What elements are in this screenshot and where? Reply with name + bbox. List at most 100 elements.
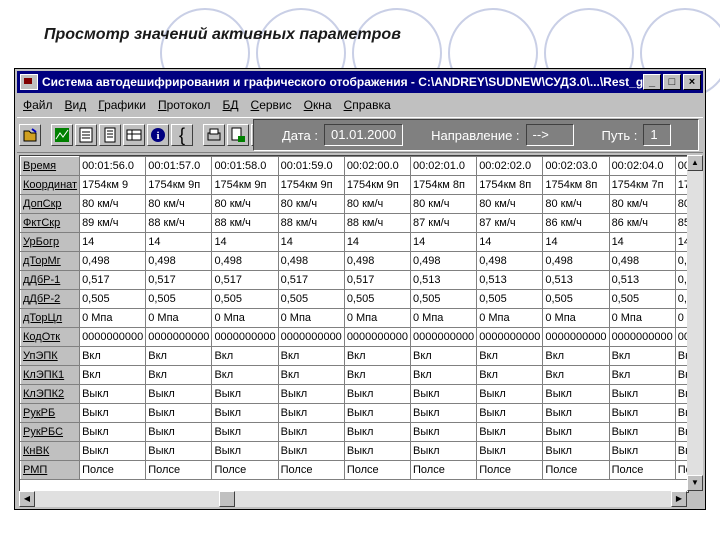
row-header[interactable]: КнВК [20,441,81,461]
table-cell[interactable]: 0000000000 [542,327,610,347]
row-header[interactable]: УпЭПК [20,346,81,366]
row-header[interactable]: дДбР-2 [20,289,81,309]
table-row[interactable]: дДбР-1 0,517 0,517 0,517 0,517 0,517 0,513 0,51… [20,270,688,290]
table-cell[interactable]: 00:01:59.0 [277,156,345,176]
table-cell[interactable]: 14 [211,232,279,252]
table-cell[interactable]: Вкл [476,346,544,366]
table-cell[interactable]: Полсе [79,460,147,480]
table-cell[interactable]: 0,505 [79,289,147,309]
table-cell[interactable]: 1754км 9п [211,175,279,195]
table-cell[interactable]: Выкл [211,441,279,461]
scroll-down-button[interactable]: ▼ [687,475,703,491]
table-cell[interactable]: 0,498 [409,251,478,271]
table-cell[interactable]: Вкл [211,365,279,385]
table-cell[interactable]: 00:02:01.0 [409,156,478,176]
table-cell[interactable]: Выкл [79,422,147,442]
table-cell[interactable]: 0,498 [608,251,676,271]
table-cell[interactable]: 86 км/ч [542,213,610,233]
table-cell[interactable]: 0000000000 [211,327,279,347]
table-row[interactable]: Время 00:01:56.0 00:01:57.0 00:01:58.0 00:01… [20,156,688,176]
row-header[interactable]: ФктСкр [20,213,81,233]
table-cell[interactable]: 0,517 [145,270,213,290]
table-cell[interactable]: 0,505 [409,289,478,309]
table-cell[interactable]: 0000000000 [79,327,147,347]
table-cell[interactable]: 1754км 8п [409,175,478,195]
table-cell[interactable]: 0000000000 [145,327,213,347]
date-value[interactable]: 01.01.2000 [324,124,404,146]
table-cell[interactable]: 00:02:00.0 [343,156,412,176]
table-cell[interactable]: Выкл [542,422,610,442]
table-cell[interactable]: 1754км 9п [343,175,412,195]
table-cell[interactable]: 0,513 [476,270,544,290]
table-cell[interactable]: Выкл [343,422,412,442]
table-cell[interactable]: 0 Мпа [476,308,544,328]
table-cell[interactable]: 0,517 [211,270,279,290]
brace-open-icon[interactable]: { [171,124,193,146]
table-cell[interactable]: Вкл [145,365,213,385]
table-cell[interactable]: 0000000000 [608,327,676,347]
table-cell[interactable]: Выкл [343,441,412,461]
table-cell[interactable]: 0,498 [476,251,544,271]
table-cell[interactable]: Выкл [409,384,478,404]
table-cell[interactable]: Вкл [542,346,610,366]
table-cell[interactable]: Вкл [145,346,213,366]
table-cell[interactable]: Выкл [277,422,345,442]
table-row[interactable]: Координат 1754км 9 1754км 9п 1754км 9п 1754к… [20,175,688,195]
path-value[interactable]: 1 [643,124,672,146]
table-cell[interactable]: 0,513 [542,270,610,290]
table-row[interactable]: УрБогр141414141414141414141414 [20,232,688,252]
table-cell[interactable]: Полсе [542,460,610,480]
table-cell[interactable]: Выкл [145,422,213,442]
chart-icon[interactable] [51,124,73,146]
table-cell[interactable]: 0,498 [145,251,213,271]
table-cell[interactable]: 0 Мпа [409,308,478,328]
table-cell[interactable]: 1754км 8п [476,175,544,195]
table-row[interactable]: КодОтк 0000000000 0000000000 0000000000 0000… [20,327,688,347]
row-header[interactable]: КодОтк [20,327,81,347]
menu-help[interactable]: Справка [338,98,397,112]
table-cell[interactable]: 0 Мпа [211,308,279,328]
table-cell[interactable]: 80 км/ч [542,194,610,214]
table-cell[interactable]: Выкл [277,403,345,423]
direction-value[interactable]: --> [525,124,574,146]
table-cell[interactable]: 0,505 [277,289,345,309]
table-cell[interactable]: 0 Мпа [79,308,147,328]
table-cell[interactable]: Полсе [277,460,345,480]
table-cell[interactable]: Выкл [409,441,478,461]
table-cell[interactable]: 0 Мпа [542,308,610,328]
table-cell[interactable]: Вкл [542,365,610,385]
table-cell[interactable]: Выкл [542,384,610,404]
table-cell[interactable]: 0,505 [608,289,676,309]
table-cell[interactable]: 80 км/ч [409,194,478,214]
table-row[interactable]: дДбР-2 0,505 0,505 0,505 0,505 0,505 0,505 0,50… [20,289,688,309]
title-bar[interactable]: Система автодешифрирования и графическог… [17,71,703,93]
table-cell[interactable]: 0 Мпа [277,308,345,328]
table-cell[interactable]: 0000000000 [343,327,412,347]
menu-db[interactable]: БД [217,98,245,112]
table-cell[interactable]: Выкл [608,441,676,461]
table-cell[interactable]: Выкл [476,384,544,404]
minimize-button[interactable]: _ [643,74,661,90]
table-cell[interactable]: 0,498 [542,251,610,271]
menu-protocol[interactable]: Протокол [152,98,217,112]
table-cell[interactable]: 80 км/ч [145,194,213,214]
table-row[interactable]: РМП Полсе Полсе Полсе Полсе Полсе Полсе Полсе По… [20,460,688,480]
table-cell[interactable]: Полсе [409,460,478,480]
row-header[interactable]: Время [20,156,81,176]
table-row[interactable]: УпЭПКВклВклВклВклВклВклВклВклВклВклВклВк… [20,346,688,366]
table-cell[interactable]: 00:01:56.0 [79,156,147,176]
table-cell[interactable]: 1754км 8п [542,175,610,195]
table-cell[interactable]: 0,513 [409,270,478,290]
row-header[interactable]: дТорМг [20,251,81,271]
table-row[interactable]: КлЭПК2 Выкл Выкл Выкл Выкл Выкл Выкл Выкл Выкл Вы… [20,384,688,404]
table-cell[interactable]: Выкл [79,403,147,423]
table-cell[interactable]: Вкл [608,346,676,366]
maximize-button[interactable]: □ [663,74,681,90]
table-cell[interactable]: 88 км/ч [145,213,213,233]
table-cell[interactable]: 80 км/ч [79,194,147,214]
table-cell[interactable]: 0000000000 [476,327,544,347]
table-cell[interactable]: 1754км 9п [277,175,345,195]
table-cell[interactable]: 0,505 [211,289,279,309]
horizontal-scrollbar[interactable]: ◀ ▶ [19,491,687,507]
table-cell[interactable]: 00:02:03.0 [542,156,610,176]
